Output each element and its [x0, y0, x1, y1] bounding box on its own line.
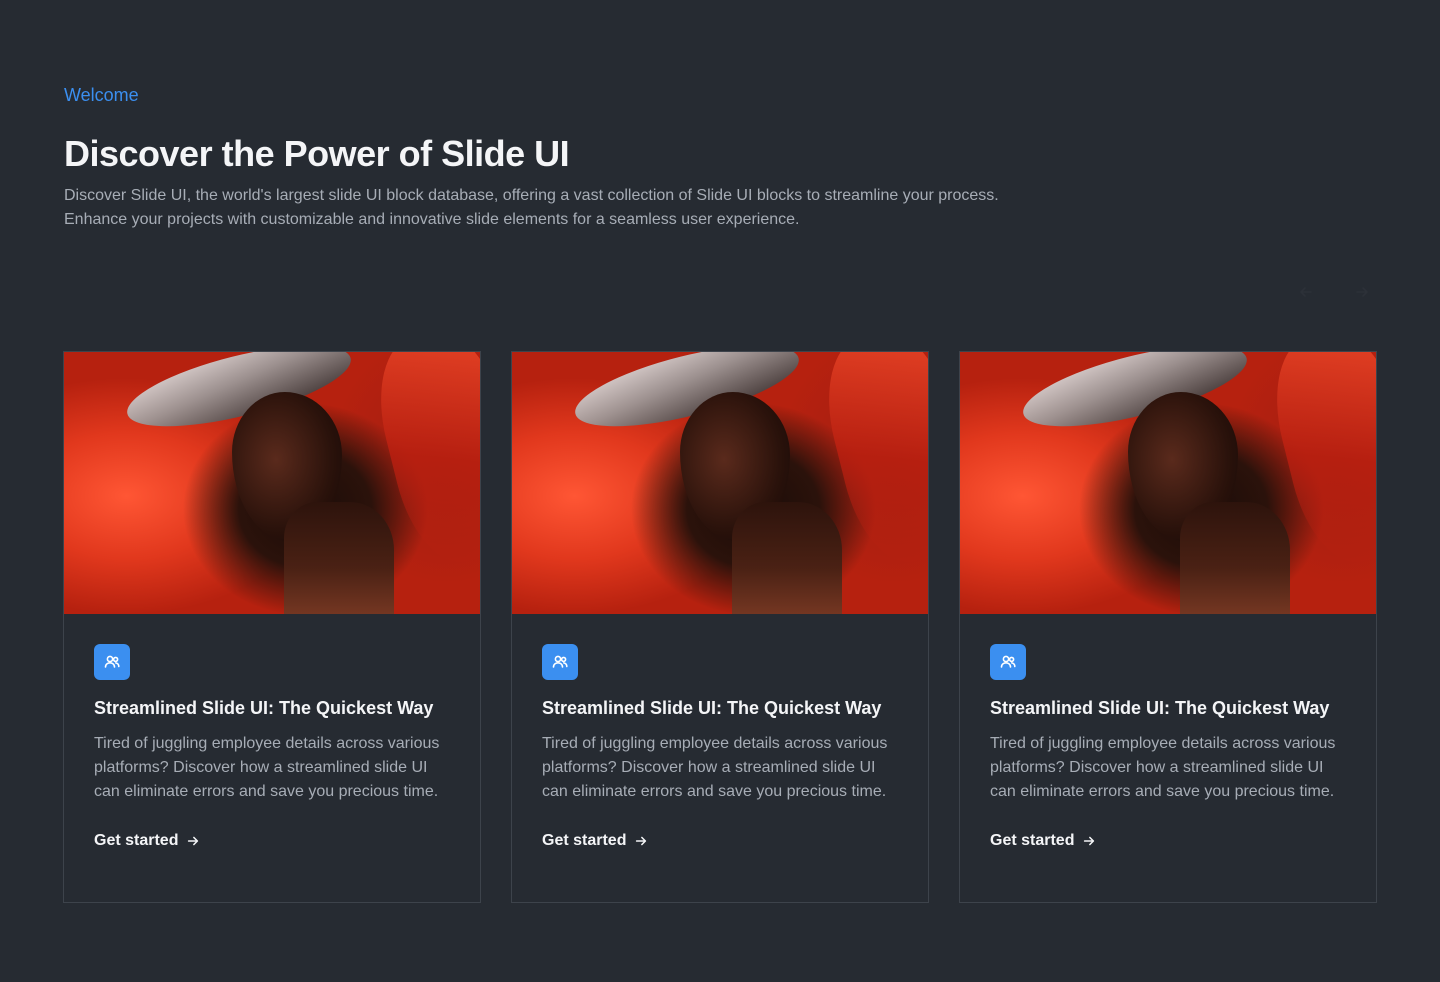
- get-started-label: Get started: [94, 832, 179, 849]
- page-title: Discover the Power of Slide UI: [64, 133, 570, 174]
- arrow-right-icon: [1084, 836, 1095, 846]
- intro-text: Discover Slide UI, the world's largest s…: [64, 187, 999, 228]
- card-list: Streamlined Slide UI: The Quickest Way T…: [63, 351, 1377, 903]
- users-icon: [542, 644, 578, 680]
- arrow-right-icon: [188, 836, 199, 846]
- arrow-left-icon: [1300, 287, 1312, 297]
- card-description: Tired of juggling employee details acros…: [990, 735, 1336, 800]
- carousel-controls: [1292, 278, 1376, 306]
- users-icon: [990, 644, 1026, 680]
- card-image: [512, 352, 928, 614]
- carousel-prev-button[interactable]: [1292, 278, 1320, 306]
- get-started-link[interactable]: Get started: [542, 832, 648, 850]
- feature-card: Streamlined Slide UI: The Quickest Way T…: [959, 351, 1377, 903]
- get-started-link[interactable]: Get started: [94, 832, 200, 850]
- card-title: Streamlined Slide UI: The Quickest Way: [990, 698, 1330, 718]
- page: Welcome Discover the Power of Slide UI D…: [0, 0, 1440, 982]
- eyebrow-label: Welcome: [64, 85, 139, 105]
- arrow-right-icon: [636, 836, 647, 846]
- get-started-label: Get started: [542, 832, 627, 849]
- card-description: Tired of juggling employee details acros…: [94, 735, 440, 800]
- carousel-next-button[interactable]: [1348, 278, 1376, 306]
- users-icon: [94, 644, 130, 680]
- card-image: [960, 352, 1376, 614]
- card-title: Streamlined Slide UI: The Quickest Way: [542, 698, 882, 718]
- card-title: Streamlined Slide UI: The Quickest Way: [94, 698, 434, 718]
- card-image: [64, 352, 480, 614]
- feature-card: Streamlined Slide UI: The Quickest Way T…: [511, 351, 929, 903]
- feature-card: Streamlined Slide UI: The Quickest Way T…: [63, 351, 481, 903]
- arrow-right-icon: [1356, 287, 1368, 297]
- get-started-label: Get started: [990, 832, 1075, 849]
- card-description: Tired of juggling employee details acros…: [542, 735, 888, 800]
- get-started-link[interactable]: Get started: [990, 832, 1096, 850]
